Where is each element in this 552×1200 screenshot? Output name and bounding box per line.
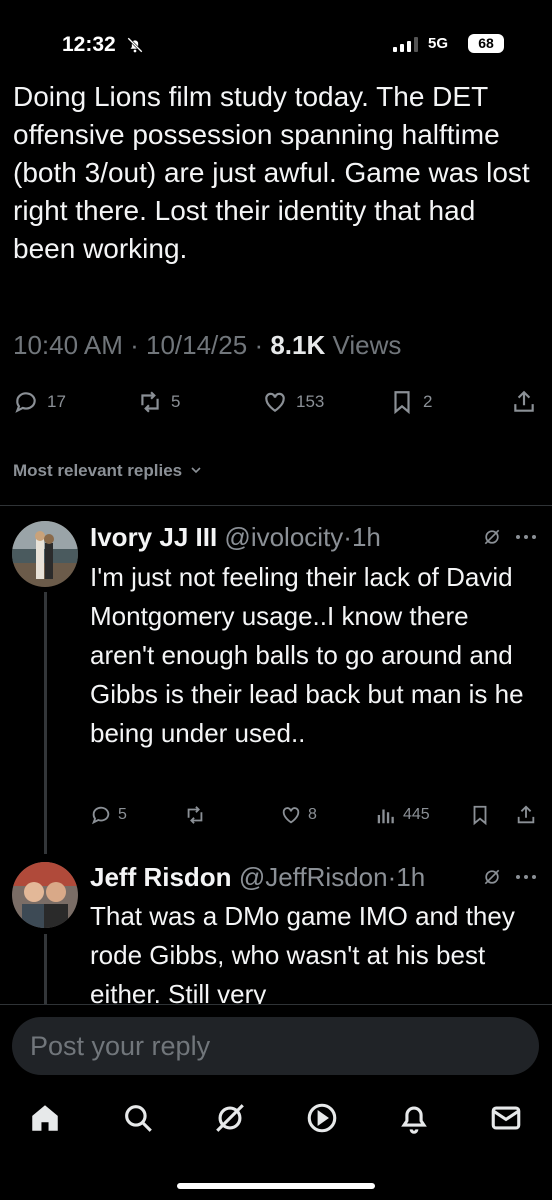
reply-icon [91, 806, 110, 825]
avatar[interactable] [12, 521, 78, 587]
reply-count: 17 [47, 392, 66, 411]
reply-handle[interactable]: @ivolocity [224, 522, 343, 552]
repost-button[interactable]: 5 [137, 389, 180, 415]
home-icon[interactable] [28, 1101, 62, 1135]
reply-like-button[interactable]: 8 [280, 804, 317, 826]
reply-button[interactable]: 17 [13, 389, 66, 415]
replies-sort-dropdown[interactable]: Most relevant replies [13, 461, 202, 481]
tweet-date: 10/14/25 [145, 330, 248, 360]
tweet-text: Doing Lions film study today. The DET of… [13, 81, 530, 264]
reply-count: 5 [118, 806, 127, 823]
reply-handle[interactable]: @JeffRisdon [239, 862, 388, 892]
grok-icon[interactable] [213, 1101, 247, 1135]
thread-line [44, 934, 47, 1004]
notifications-icon[interactable] [397, 1101, 431, 1135]
grok-icon[interactable] [482, 527, 502, 547]
messages-icon[interactable] [489, 1101, 523, 1135]
heart-icon [265, 392, 285, 412]
share-icon[interactable] [515, 804, 537, 826]
network-type: 5G [428, 35, 449, 52]
avatar[interactable] [12, 862, 78, 928]
reply-text: That was a DMo game IMO and they rode Gi… [90, 901, 515, 1009]
grok-icon[interactable] [482, 867, 502, 887]
tweet-meta: 10:40 AM · 10/14/25 · 8.1K Views [13, 330, 402, 360]
reply-reply-button[interactable]: 5 [90, 804, 127, 826]
reply-header: Ivory JJ III @ivolocity·1h [90, 522, 381, 552]
reply-input[interactable]: Post your reply [12, 1017, 539, 1075]
repost-icon [187, 806, 203, 824]
reply-icon [15, 392, 36, 413]
user-avatar-image [12, 521, 78, 587]
reply-time: 1h [351, 522, 381, 552]
reply-author-name[interactable]: Jeff Risdon [90, 862, 232, 892]
chevron-down-icon [191, 467, 201, 474]
tweet-time: 10:40 AM [13, 330, 123, 360]
reply-repost-button[interactable] [184, 804, 212, 826]
views-label: Views [332, 330, 402, 360]
reply-author-name[interactable]: Ivory JJ III [90, 522, 217, 552]
search-icon[interactable] [121, 1101, 155, 1135]
bookmark-button[interactable]: 2 [389, 389, 432, 415]
bookmark-icon[interactable] [469, 804, 491, 826]
like-button[interactable]: 153 [262, 389, 324, 415]
replies-sort-label: Most relevant replies [13, 461, 183, 480]
views-count[interactable]: 8.1K [270, 330, 325, 360]
bell-off-icon [127, 37, 143, 53]
more-icon[interactable] [515, 533, 537, 541]
share-icon [514, 390, 534, 412]
home-indicator [177, 1183, 375, 1189]
more-icon[interactable] [515, 873, 537, 881]
repost-icon [141, 391, 159, 413]
bookmark-count: 2 [423, 392, 433, 411]
status-time: 12:32 [62, 33, 116, 56]
reply-text: I'm just not feeling their lack of David… [90, 562, 524, 748]
reply-header: Jeff Risdon @JeffRisdon·1h [90, 862, 426, 892]
views-count: 445 [403, 806, 430, 823]
share-button[interactable] [511, 389, 537, 415]
video-icon[interactable] [305, 1101, 339, 1135]
repost-count: 5 [171, 392, 181, 411]
reply-views-button[interactable]: 445 [375, 804, 430, 826]
like-count: 153 [296, 392, 325, 411]
views-icon [377, 809, 394, 824]
heart-icon [282, 807, 300, 824]
divider [0, 505, 552, 506]
like-count: 8 [308, 806, 317, 823]
signal-icon [393, 37, 418, 52]
user-avatar-image [12, 862, 78, 928]
bookmark-icon [394, 391, 410, 415]
battery-indicator: 68 [468, 34, 504, 53]
thread-line [44, 592, 47, 854]
reply-time: 1h [396, 862, 426, 892]
